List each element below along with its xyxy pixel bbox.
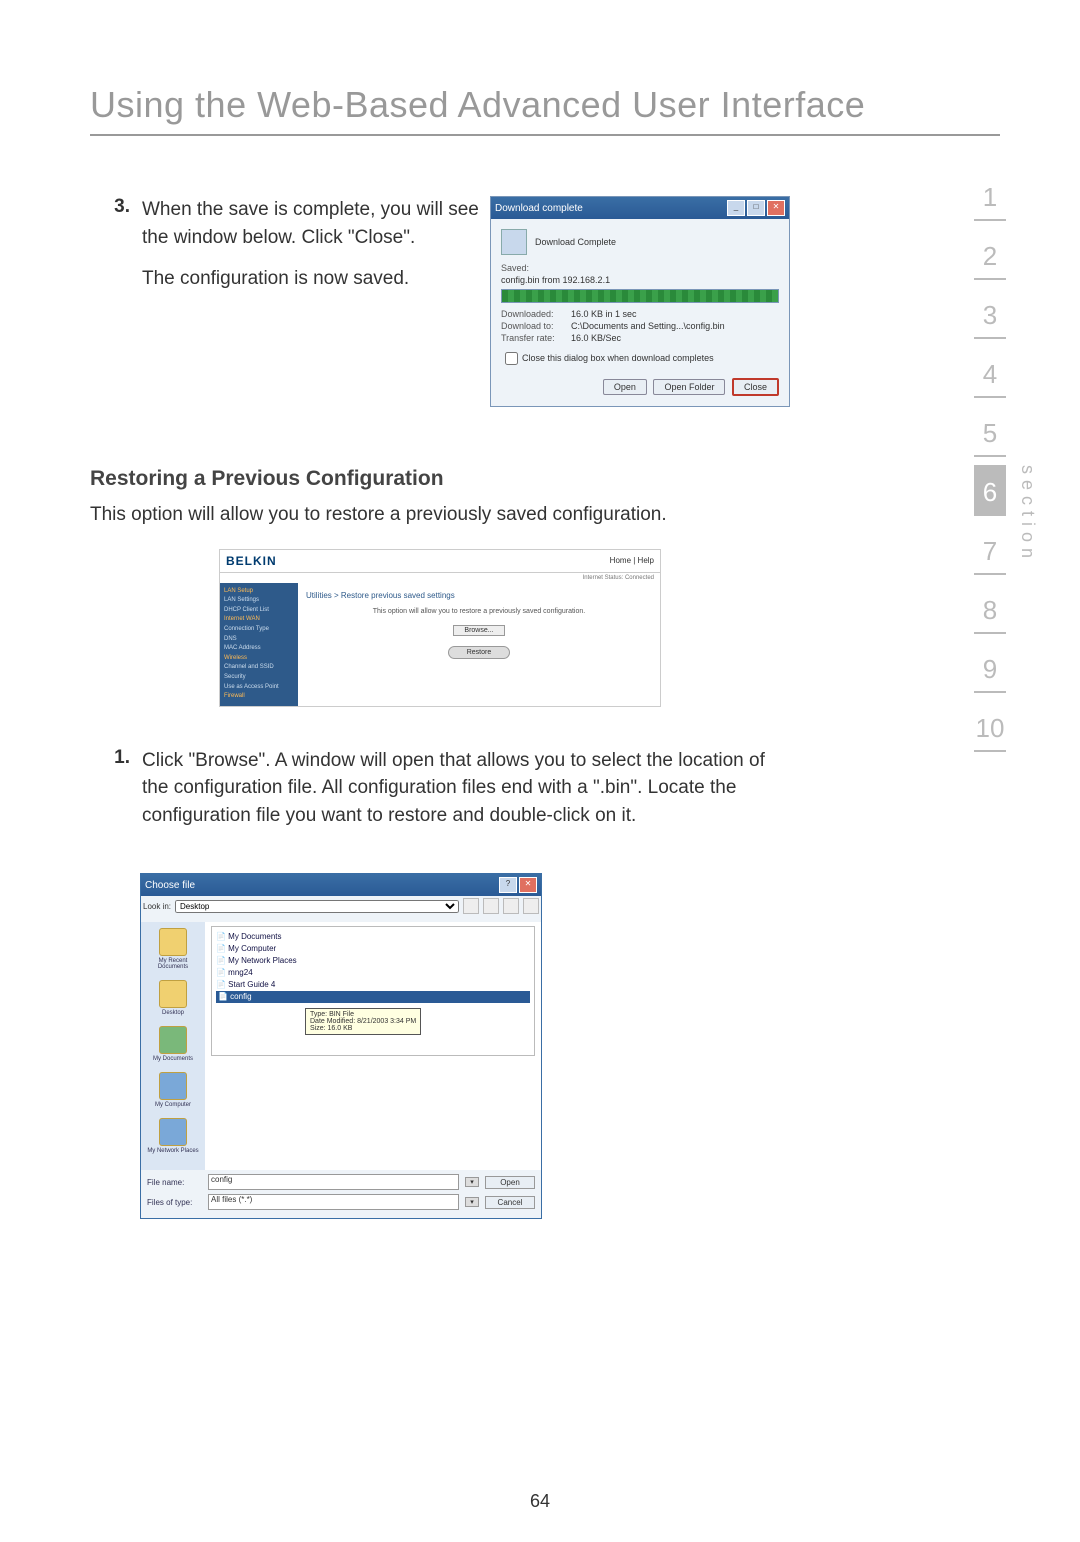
- back-icon[interactable]: [463, 898, 479, 914]
- list-item[interactable]: 📄 My Computer: [216, 943, 530, 955]
- list-item[interactable]: 📄 My Network Places: [216, 955, 530, 967]
- cancel-button[interactable]: Cancel: [485, 1196, 535, 1209]
- restoring-body: This option will allow you to restore a …: [90, 501, 790, 529]
- belkin-browse-button[interactable]: Browse...: [453, 625, 505, 636]
- belkin-logo: BELKIN: [226, 554, 277, 568]
- place-desktop[interactable]: Desktop: [143, 980, 203, 1016]
- lookin-select[interactable]: Desktop: [175, 900, 459, 913]
- download-icon: [501, 229, 527, 255]
- place-my-recent-documents[interactable]: My Recent Documents: [143, 928, 203, 970]
- place-my-computer[interactable]: My Computer: [143, 1072, 203, 1108]
- section-nav-9[interactable]: 9: [974, 642, 1006, 693]
- file-tooltip: Type: BIN File Date Modified: 8/21/2003 …: [305, 1008, 421, 1035]
- page-number: 64: [0, 1491, 1080, 1512]
- views-icon[interactable]: [523, 898, 539, 914]
- filetype-field[interactable]: All files (*.*): [208, 1194, 459, 1210]
- places-bar: My Recent Documents Desktop My Documents My…: [141, 922, 205, 1170]
- dropdown-icon[interactable]: ▾: [465, 1177, 479, 1187]
- belkin-top-links: Home | Help: [610, 556, 654, 565]
- filename-field[interactable]: config: [208, 1174, 459, 1190]
- choose-file-dialog: Choose file ? ✕ Look in: Desktop My Rece…: [140, 873, 542, 1219]
- download-complete-dialog: Download complete _ □ ✕ Download Complet…: [490, 196, 790, 407]
- list-item[interactable]: 📄 Start Guide 4: [216, 979, 530, 991]
- section-nav-2[interactable]: 2: [974, 229, 1006, 280]
- section-nav-10[interactable]: 10: [974, 701, 1006, 752]
- section-nav-8[interactable]: 8: [974, 583, 1006, 634]
- list-item[interactable]: 📄 mng24: [216, 967, 530, 979]
- section-nav-1[interactable]: 1: [974, 170, 1006, 221]
- section-nav: section 12345678910: [960, 170, 1020, 760]
- help-icon[interactable]: ?: [499, 877, 517, 893]
- section-nav-7[interactable]: 7: [974, 524, 1006, 575]
- restoring-subheading: Restoring a Previous Configuration: [90, 467, 790, 491]
- step3-para2: The configuration is now saved.: [142, 265, 480, 293]
- belkin-breadcrumb: Utilities > Restore previous saved setti…: [306, 591, 652, 600]
- minimize-icon[interactable]: _: [727, 200, 745, 216]
- step3-number: 3.: [90, 196, 142, 218]
- list-item[interactable]: 📄 config: [216, 991, 530, 1003]
- close-on-complete-checkbox[interactable]: [505, 352, 518, 365]
- belkin-restore-button[interactable]: Restore: [448, 646, 510, 659]
- up-icon[interactable]: [483, 898, 499, 914]
- list-item[interactable]: 📄 My Documents: [216, 931, 530, 943]
- open-folder-button[interactable]: Open Folder: [653, 379, 725, 395]
- maximize-icon[interactable]: □: [747, 200, 765, 216]
- close-icon[interactable]: ✕: [519, 877, 537, 893]
- section-nav-6[interactable]: 6: [974, 465, 1006, 516]
- page-title: Using the Web-Based Advanced User Interf…: [90, 84, 1000, 136]
- download-header: Download Complete: [535, 237, 616, 247]
- open-button[interactable]: Open: [603, 379, 647, 395]
- dialog-title: Download complete: [495, 203, 583, 214]
- progress-bar: [501, 289, 779, 303]
- step1-number: 1.: [90, 747, 142, 769]
- dropdown-icon[interactable]: ▾: [465, 1197, 479, 1207]
- close-icon[interactable]: ✕: [767, 200, 785, 216]
- section-label: section: [1017, 465, 1038, 564]
- place-my-network-places[interactable]: My Network Places: [143, 1118, 203, 1154]
- file-list[interactable]: 📄 My Documents📄 My Computer📄 My Network …: [211, 926, 535, 1056]
- belkin-restore-screenshot: BELKIN Home | Help Internet Status: Conn…: [219, 549, 661, 707]
- section-nav-5[interactable]: 5: [974, 406, 1006, 457]
- section-nav-3[interactable]: 3: [974, 288, 1006, 339]
- open-button[interactable]: Open: [485, 1176, 535, 1189]
- place-my-documents[interactable]: My Documents: [143, 1026, 203, 1062]
- belkin-sidebar: LAN SetupLAN SettingsDHCP Client ListInt…: [220, 583, 298, 706]
- step3-para1: When the save is complete, you will see …: [142, 196, 480, 251]
- step1-text: Click "Browse". A window will open that …: [142, 747, 790, 830]
- close-button[interactable]: Close: [732, 378, 779, 396]
- new-folder-icon[interactable]: [503, 898, 519, 914]
- section-nav-4[interactable]: 4: [974, 347, 1006, 398]
- choose-file-title: Choose file: [145, 880, 195, 891]
